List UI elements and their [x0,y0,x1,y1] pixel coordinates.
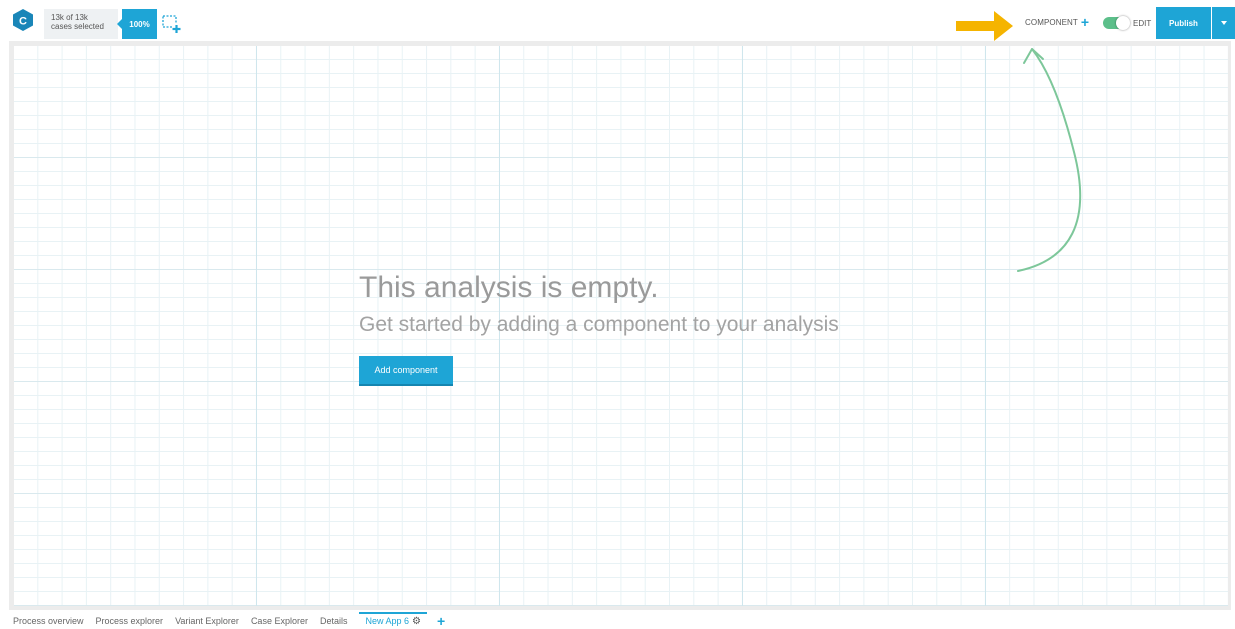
selection-count: 13k of 13k [51,13,88,22]
tab-case-explorer[interactable]: Case Explorer [251,616,308,626]
tab-details[interactable]: Details [320,616,348,626]
svg-text:C: C [19,16,27,28]
add-component-toolbar-button[interactable]: COMPONENT + [1025,15,1089,29]
component-label: COMPONENT [1025,17,1078,27]
plus-icon: + [1080,14,1090,30]
tab-process-explorer[interactable]: Process explorer [96,616,164,626]
gear-icon[interactable]: ⚙ [412,616,421,627]
app-logo-icon[interactable]: C [13,9,33,31]
selection-percent-badge: 100% [117,9,157,39]
tab-variant-explorer[interactable]: Variant Explorer [175,616,239,626]
case-selection-summary[interactable]: 13k of 13k cases selected [44,9,118,39]
publish-button[interactable]: Publish [1156,7,1211,39]
yellow-arrow-annotation [956,11,1014,41]
empty-state-title: This analysis is empty. [359,271,659,304]
add-component-button[interactable]: Add component [359,356,453,386]
top-bar: C 13k of 13k cases selected 100% COMPONE… [0,0,1235,41]
empty-state-subtitle: Get started by adding a component to you… [359,313,839,336]
caret-down-icon [1220,21,1227,25]
edit-mode-toggle[interactable] [1103,16,1130,30]
add-selection-icon[interactable] [162,14,182,34]
selection-label: cases selected [51,22,104,31]
tab-new-app-6[interactable]: New App 6 ⚙ [359,611,427,627]
add-tab-plus-icon[interactable]: + [437,614,445,628]
tab-new-app-6-label: New App 6 [365,616,410,626]
green-curved-arrow-annotation [1010,42,1090,278]
publish-dropdown-button[interactable] [1212,7,1235,39]
tab-process-overview[interactable]: Process overview [13,616,84,626]
edit-label: EDIT [1133,19,1152,28]
sheet-tabs: Process overview Process explorer Varian… [13,611,445,628]
toggle-knob [1116,16,1130,30]
